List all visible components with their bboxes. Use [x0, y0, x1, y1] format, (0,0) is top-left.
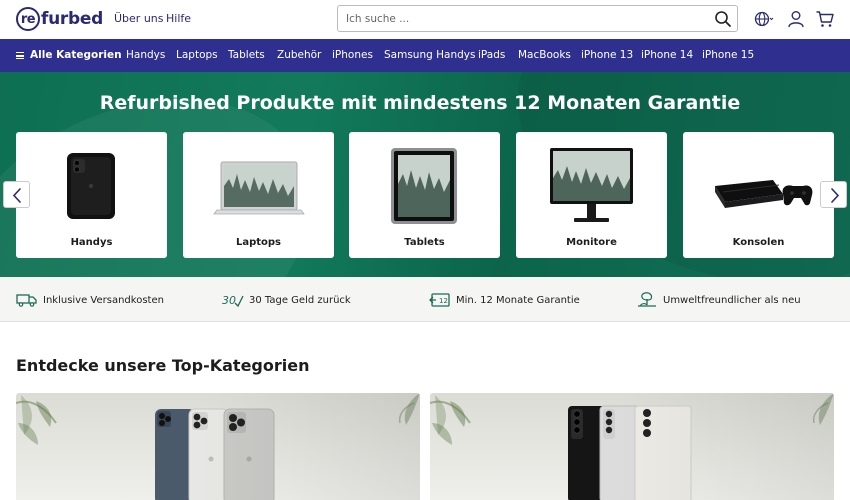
benefits-bar: Inklusive Versandkosten 30 30 Tage Geld … [0, 277, 850, 322]
about-us-link[interactable]: Über uns [114, 12, 164, 25]
card-label: Tablets [404, 237, 445, 248]
benefit-text: Inklusive Versandkosten [43, 294, 164, 306]
eco-icon [638, 292, 656, 307]
benefit-eco: Umweltfreundlicher als neu [636, 291, 801, 309]
tablet-image [391, 148, 457, 224]
nav-item-iphone-15[interactable]: iPhone 15 [702, 49, 754, 61]
nav-item-tablets[interactable]: Tablets [228, 49, 265, 61]
nav-item-laptops[interactable]: Laptops [176, 49, 218, 61]
truck-icon [16, 294, 37, 307]
chevron-right-icon [831, 188, 840, 203]
category-card-monitore[interactable]: Monitore [516, 132, 667, 258]
category-card-handys[interactable]: Handys [16, 132, 167, 258]
card-label: Konsolen [732, 237, 785, 248]
help-link[interactable]: Hilfe [166, 12, 191, 25]
nav-item-macbooks[interactable]: MacBooks [518, 49, 571, 61]
benefit-shipping: Inklusive Versandkosten [16, 291, 164, 309]
user-icon[interactable] [786, 9, 806, 29]
carousel-prev-button[interactable] [3, 181, 30, 208]
svg-text:30: 30 [222, 294, 236, 307]
promo-shadow [200, 393, 420, 500]
search-bar [337, 5, 738, 32]
warranty-icon: 12 [429, 293, 450, 307]
promo-shadow [614, 393, 834, 500]
search-input[interactable] [346, 11, 706, 27]
card-label: Monitore [566, 237, 617, 248]
nav-all-categories[interactable]: Alle Kategorien [30, 49, 122, 61]
console-image [715, 180, 813, 208]
phone-image [67, 153, 115, 219]
cart-icon[interactable] [815, 9, 835, 29]
money-back-icon: 30 [222, 294, 244, 308]
benefit-warranty: 12 Min. 12 Monate Garantie [429, 291, 580, 309]
carousel-next-button[interactable] [820, 181, 847, 208]
nav-item-handys[interactable]: Handys [126, 49, 165, 61]
menu-icon[interactable] [16, 52, 24, 59]
top-categories-title: Entdecke unsere Top-Kategorien [16, 356, 310, 375]
nav-item-ipads[interactable]: iPads [478, 49, 505, 61]
globe-icon[interactable] [754, 9, 774, 29]
category-card-konsolen[interactable]: Konsolen [683, 132, 834, 258]
benefit-text: Umweltfreundlicher als neu [663, 294, 801, 306]
category-card-laptops[interactable]: Laptops [183, 132, 334, 258]
category-card-tablets[interactable]: Tablets [349, 132, 500, 258]
benefit-text: 30 Tage Geld zurück [249, 294, 351, 306]
logo-wordmark: furbed [41, 9, 103, 29]
search-icon[interactable] [714, 10, 732, 28]
category-nav: Alle Kategorien Handys Laptops Tablets Z… [0, 39, 850, 72]
promo-card-iphones[interactable] [16, 393, 420, 500]
card-label: Laptops [235, 237, 282, 248]
nav-item-zubehoer[interactable]: Zubehör [277, 49, 321, 61]
benefit-text: Min. 12 Monate Garantie [456, 294, 580, 306]
card-label: Handys [70, 237, 113, 248]
monitor-image [550, 148, 633, 222]
nav-item-iphones[interactable]: iPhones [332, 49, 373, 61]
nav-item-iphone-14[interactable]: iPhone 14 [641, 49, 693, 61]
hero-title: Refurbished Produkte mit mindestens 12 M… [99, 92, 741, 114]
logo-mark: re [16, 7, 40, 31]
nav-item-samsung-handys[interactable]: Samsung Handys [384, 49, 475, 61]
svg-text:12: 12 [439, 297, 448, 305]
hero-banner: Refurbished Produkte mit mindestens 12 M… [0, 72, 850, 277]
benefit-money-back: 30 30 Tage Geld zurück [222, 291, 351, 309]
laptop-image [213, 161, 305, 215]
nav-item-iphone-13[interactable]: iPhone 13 [581, 49, 633, 61]
refurbed-logo[interactable]: re furbed [16, 7, 103, 31]
promo-card-samsung[interactable] [430, 393, 834, 500]
site-header: re furbed Über uns Hilfe [0, 0, 850, 39]
chevron-left-icon [12, 188, 21, 203]
